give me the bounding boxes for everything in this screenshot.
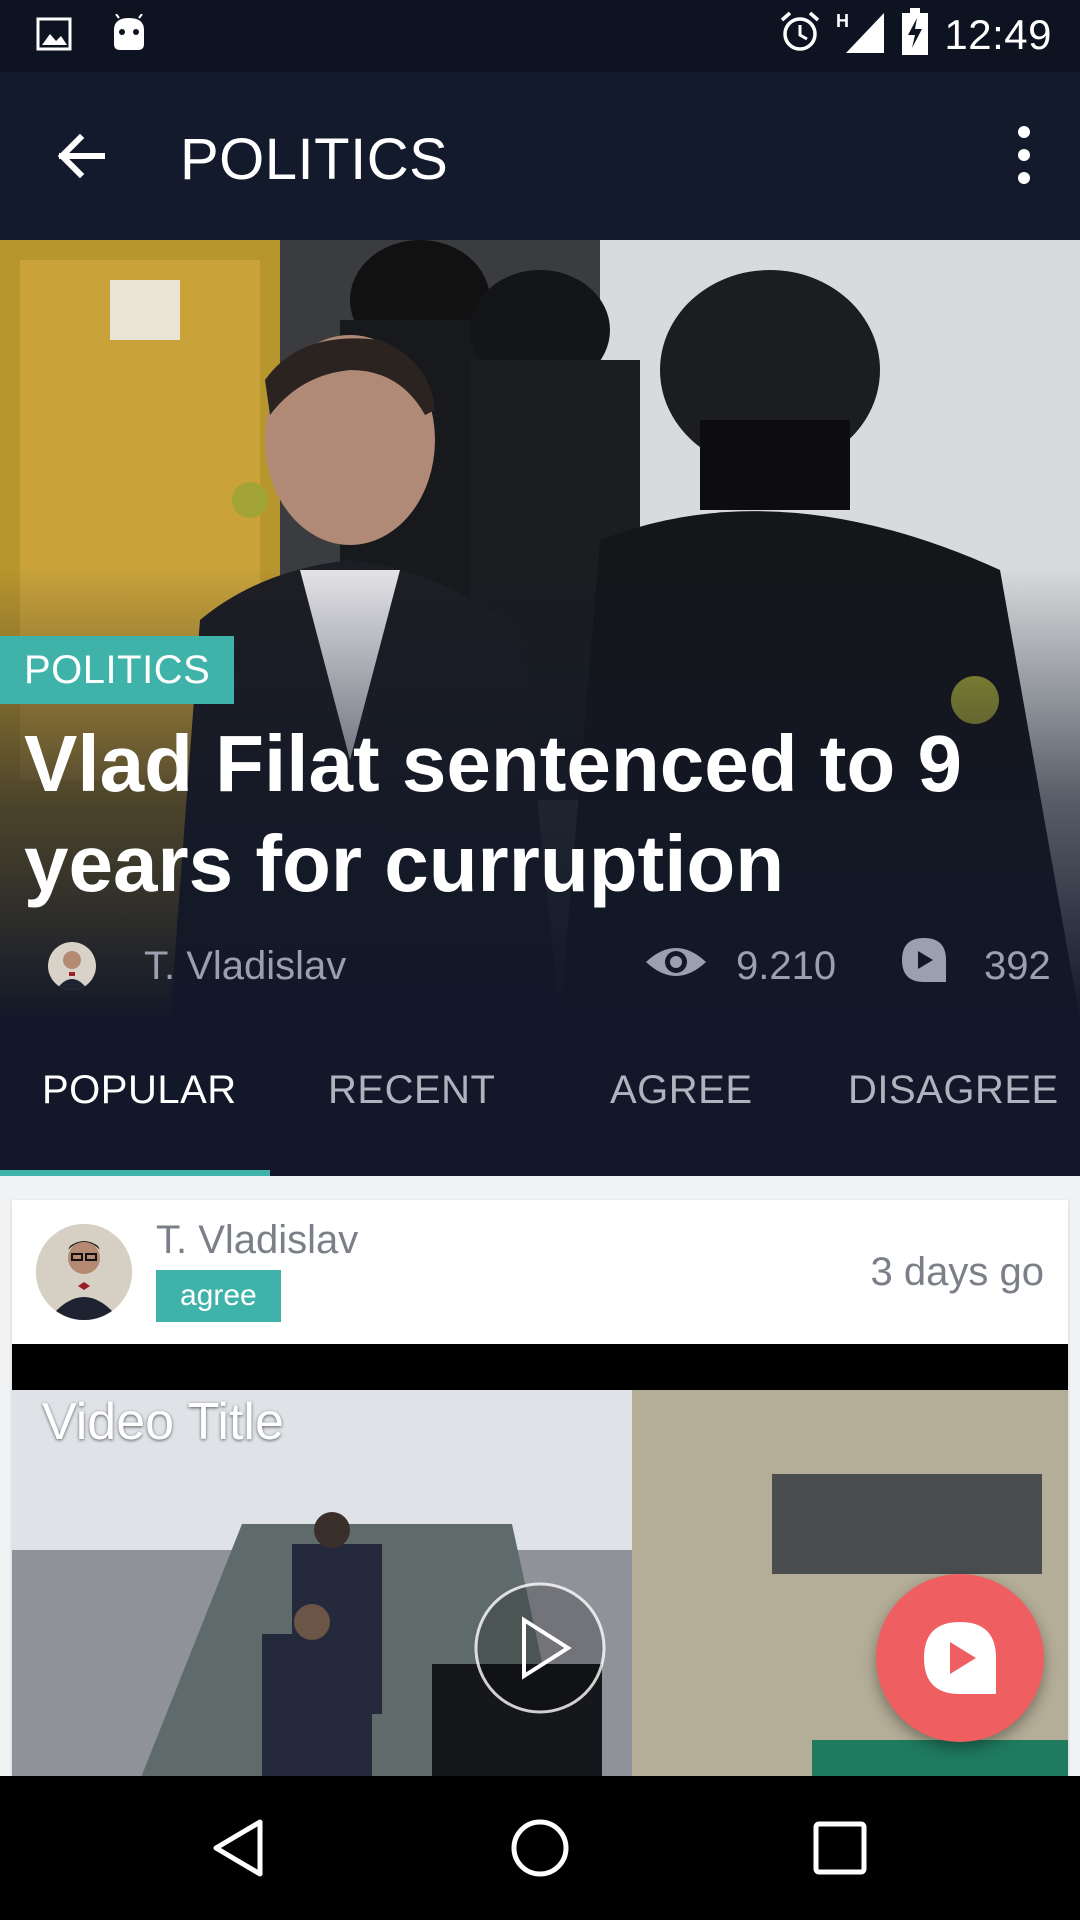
tab-disagree[interactable]: DISAGREE [848, 1068, 1059, 1113]
status-bar: H 12:49 [0, 0, 1080, 72]
article-headline[interactable]: Vlad Filat sentenced to 9 years for curr… [24, 714, 1054, 914]
nav-home-icon[interactable] [508, 1816, 572, 1880]
tab-agree[interactable]: AGREE [610, 1068, 753, 1113]
video-title: Video Title [42, 1393, 284, 1451]
more-vert-icon[interactable] [1004, 122, 1044, 188]
nav-back-icon[interactable] [208, 1816, 272, 1880]
signal-icon: H [836, 9, 886, 60]
comment-count: 392 [984, 944, 1051, 988]
tab-recent[interactable]: RECENT [328, 1068, 495, 1113]
eye-icon [644, 940, 708, 984]
category-badge[interactable]: POLITICS [0, 636, 235, 704]
tab-popular[interactable]: POPULAR [42, 1068, 237, 1113]
view-count: 9.210 [736, 944, 837, 988]
app-bar: POLITICS [0, 72, 1080, 240]
tab-bar: POPULAR RECENT AGREE DISAGREE [0, 1020, 1080, 1176]
page-title: POLITICS [180, 127, 449, 192]
alarm-icon [778, 10, 822, 59]
article-meta: T. Vladislav 9.210 392 [0, 930, 1080, 1000]
card-author[interactable]: T. Vladislav [156, 1218, 358, 1263]
system-nav-bar [0, 1776, 1080, 1920]
clock: 12:49 [944, 10, 1052, 58]
comment-play-icon [924, 1622, 996, 1694]
image-icon [36, 17, 72, 56]
battery-charging-icon [900, 8, 930, 61]
svg-text:H: H [836, 11, 849, 31]
android-icon [110, 13, 148, 59]
avatar[interactable] [36, 1224, 132, 1320]
stance-badge: agree [156, 1270, 281, 1322]
nav-recents-icon[interactable] [808, 1816, 872, 1880]
comment-icon [900, 936, 948, 984]
author-name[interactable]: T. Vladislav [144, 944, 346, 989]
card-header: T. Vladislav agree 3 days go [12, 1200, 1068, 1344]
author-avatar[interactable] [48, 942, 96, 990]
play-icon[interactable] [472, 1580, 608, 1716]
timestamp: 3 days go [870, 1250, 1044, 1294]
add-comment-button[interactable] [876, 1574, 1044, 1742]
hero-article[interactable]: POLITICS Vlad Filat sentenced to 9 years… [0, 240, 1080, 1020]
back-arrow-icon[interactable] [52, 126, 112, 186]
